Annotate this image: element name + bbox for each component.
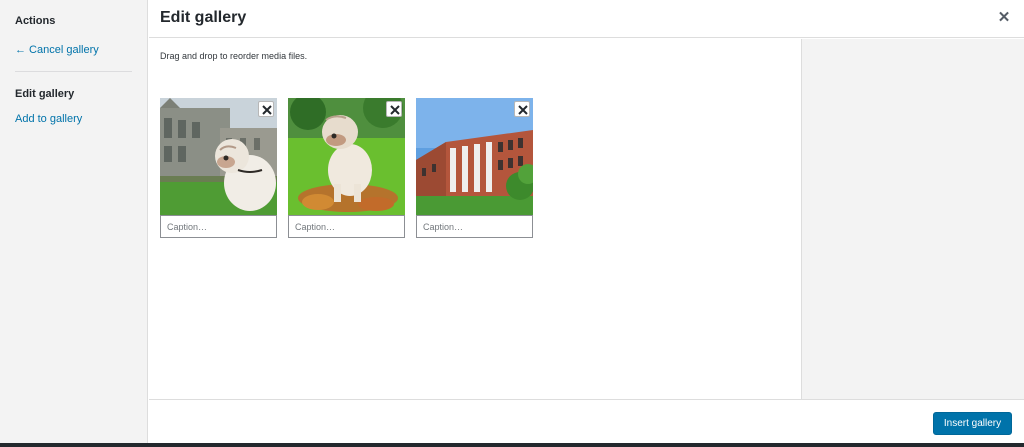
gallery-content: Drag and drop to reorder media files. [149,39,801,399]
remove-icon[interactable] [386,101,402,117]
modal-toolbar: Insert gallery [149,399,1024,443]
gallery-item[interactable] [416,98,533,238]
add-to-gallery-link[interactable]: Add to gallery [15,113,82,125]
sidebar-heading: Actions [15,15,56,27]
gallery-thumbnail[interactable] [160,98,277,215]
gallery-item[interactable] [288,98,405,238]
insert-gallery-button[interactable]: Insert gallery [933,412,1012,435]
caption-input[interactable] [416,215,533,238]
remove-icon[interactable] [258,101,274,117]
caption-input[interactable] [160,215,277,238]
window-bottom-edge [0,443,1024,447]
cancel-gallery-link[interactable]: ← Cancel gallery [15,44,99,56]
sidebar-separator [15,71,132,72]
caption-input[interactable] [288,215,405,238]
instructions-text: Drag and drop to reorder media files. [160,51,308,61]
modal-header: Edit gallery ✕ [149,0,1024,38]
gallery-settings-panel [801,39,1024,399]
modal-title: Edit gallery [160,9,247,26]
close-icon[interactable]: ✕ [996,10,1012,26]
gallery-thumbnail[interactable] [416,98,533,215]
sidebar-item-edit-gallery[interactable]: Edit gallery [15,88,74,100]
remove-icon[interactable] [514,101,530,117]
gallery-item[interactable] [160,98,277,238]
media-modal-sidebar: Actions ← Cancel gallery Edit gallery Ad… [0,0,148,443]
gallery-thumbnail[interactable] [288,98,405,215]
